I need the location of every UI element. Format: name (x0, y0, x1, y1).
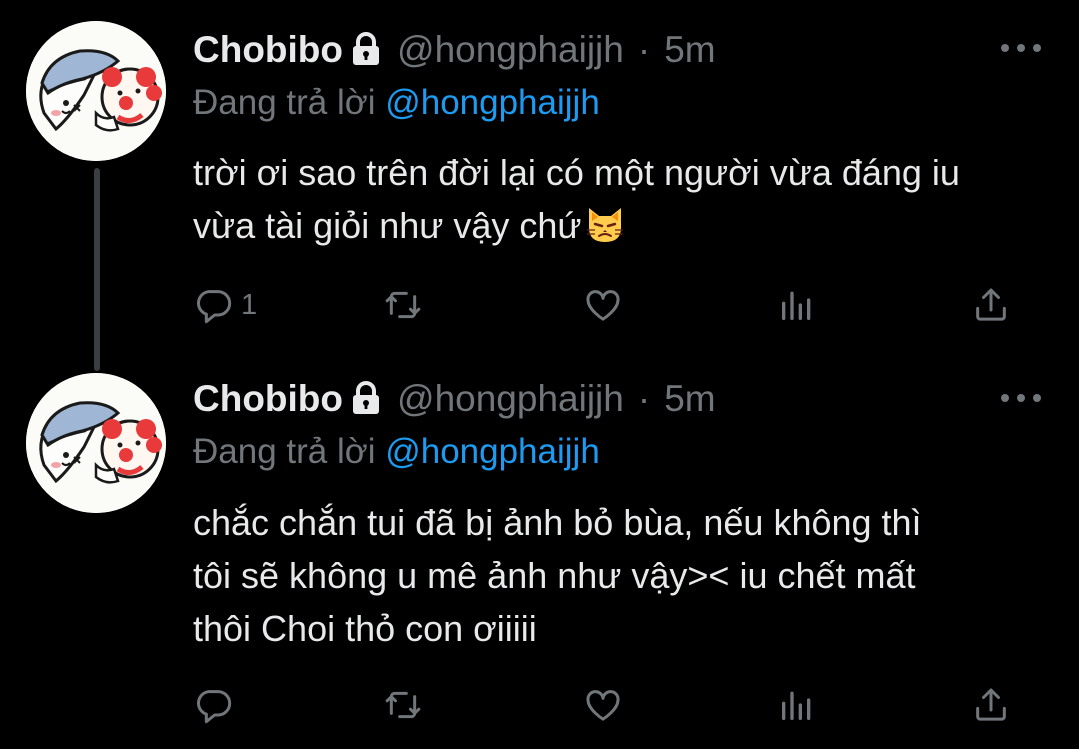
retweet-button[interactable] (383, 683, 423, 727)
replying-to-label: Đang trả lời (193, 432, 376, 471)
tweet-actions (193, 683, 1023, 727)
share-icon (971, 685, 1011, 725)
display-name[interactable]: Chobibo (193, 378, 343, 420)
tweet-text-line: thôi Choi thỏ con ơiiiii (193, 608, 537, 649)
share-button[interactable] (971, 683, 1011, 727)
avatar[interactable] (26, 373, 166, 513)
retweet-icon (383, 685, 423, 725)
tweet-text: chắc chắn tui đã bị ảnh bỏ bùa, nếu khôn… (193, 496, 1053, 655)
reply-icon (193, 685, 233, 725)
separator-dot: · (637, 378, 651, 419)
lock-icon (351, 381, 381, 415)
avatar-image (26, 373, 166, 513)
views-button[interactable] (777, 683, 817, 727)
like-button[interactable] (583, 683, 623, 727)
user-handle[interactable]: @hongphaijjh (397, 378, 624, 420)
tweet[interactable]: Chobibo @hongphaijjh · 5m Đang trả lời @… (0, 0, 1079, 749)
tweet-text-line: chắc chắn tui đã bị ảnh bỏ bùa, nếu khôn… (193, 502, 922, 543)
replying-to: Đang trả lời @hongphaijjh (193, 432, 600, 472)
reply-button[interactable] (193, 683, 241, 727)
tweet-text-line: tôi sẽ không u mê ảnh như vậy>< iu chết … (193, 555, 916, 596)
timestamp[interactable]: 5m (664, 378, 715, 420)
views-chart-icon (777, 685, 817, 725)
more-options-icon[interactable] (1001, 388, 1041, 408)
tweet-header: Chobibo @hongphaijjh · 5m (193, 376, 716, 422)
heart-icon (583, 685, 623, 725)
reply-mention-link[interactable]: @hongphaijjh (385, 432, 600, 471)
